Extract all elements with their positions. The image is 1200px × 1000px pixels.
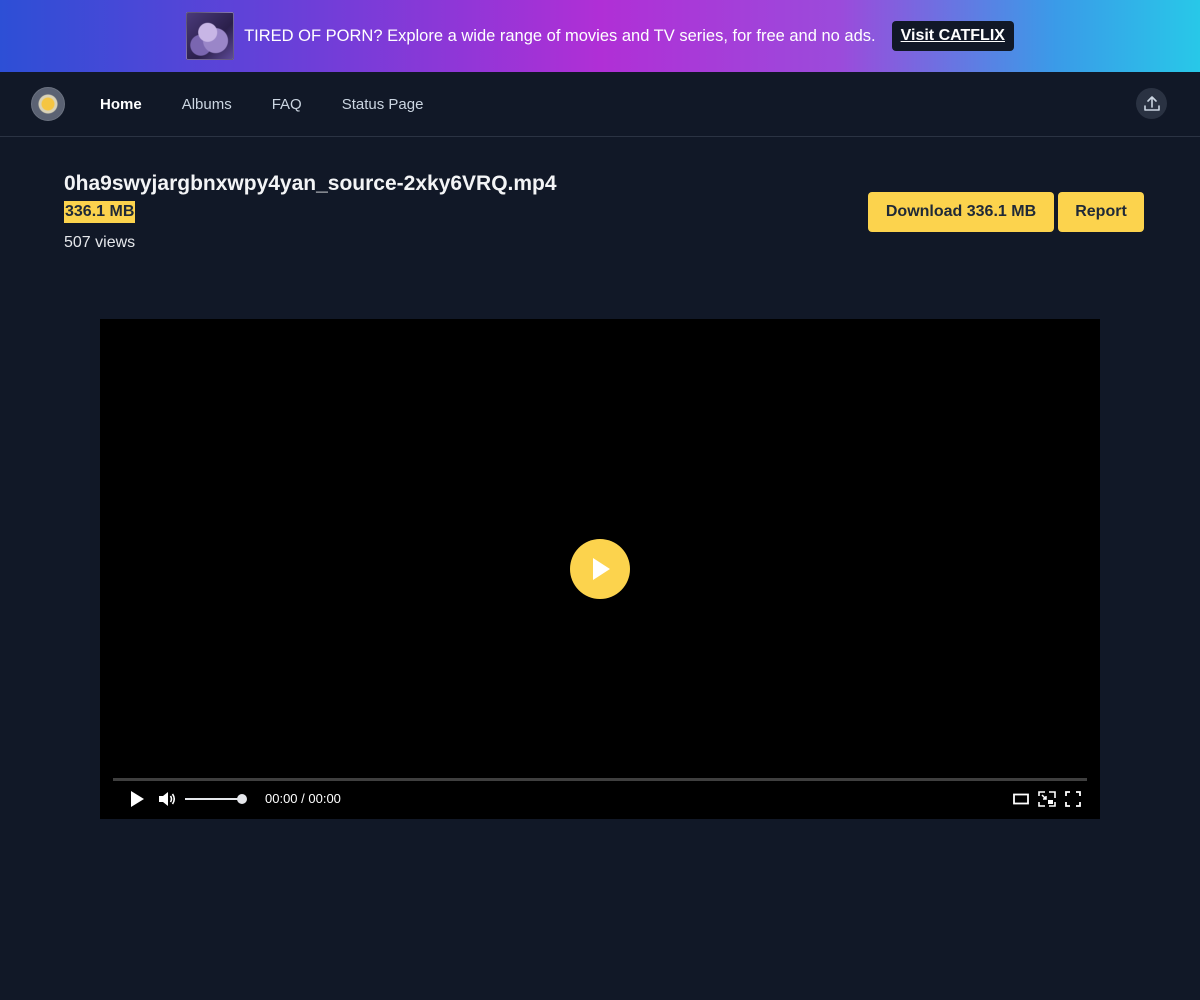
top-nav: Home Albums FAQ Status Page	[0, 72, 1200, 137]
play-icon	[131, 791, 144, 807]
volume-slider-handle[interactable]	[237, 794, 247, 804]
mute-button[interactable]	[156, 790, 178, 808]
promo-banner: TIRED OF PORN? Explore a wide range of m…	[0, 0, 1200, 72]
upload-button[interactable]	[1136, 88, 1167, 119]
theater-mode-button[interactable]	[1012, 791, 1030, 807]
site-logo[interactable]	[31, 87, 65, 121]
time-display: 00:00 / 00:00	[265, 791, 341, 806]
nav-links: Home Albums FAQ Status Page	[100, 72, 423, 137]
file-name: 0ha9swyjargbnxwpy4yan_source-2xky6VRQ.mp…	[64, 172, 557, 195]
download-button[interactable]: Download 336.1 MB	[868, 192, 1054, 232]
nav-faq[interactable]: FAQ	[272, 96, 302, 113]
upload-icon	[1143, 95, 1160, 111]
visit-catflix-button[interactable]: Visit CATFLIX	[891, 21, 1014, 51]
player-controls: 00:00 / 00:00	[100, 785, 1100, 815]
nav-status-page[interactable]: Status Page	[342, 96, 424, 113]
play-icon	[593, 558, 610, 580]
progress-bar[interactable]	[113, 778, 1087, 781]
big-play-button[interactable]	[570, 539, 630, 599]
theater-mode-icon	[1013, 793, 1029, 805]
report-button[interactable]: Report	[1058, 192, 1144, 232]
nav-home[interactable]: Home	[100, 96, 142, 113]
volume-icon	[159, 792, 176, 806]
play-button[interactable]	[128, 790, 146, 808]
pip-button[interactable]	[1037, 790, 1057, 808]
volume-slider[interactable]	[185, 798, 242, 800]
picture-in-picture-icon	[1038, 791, 1056, 807]
view-count: 507 views	[64, 234, 136, 251]
banner-cat-image[interactable]	[186, 12, 235, 60]
banner-text: TIRED OF PORN? Explore a wide range of m…	[244, 26, 876, 45]
file-size-badge: 336.1 MB	[64, 201, 136, 223]
video-player[interactable]: 00:00 / 00:00	[100, 319, 1100, 819]
nav-albums[interactable]: Albums	[182, 96, 232, 113]
fullscreen-icon	[1065, 791, 1081, 807]
fullscreen-button[interactable]	[1064, 790, 1082, 808]
